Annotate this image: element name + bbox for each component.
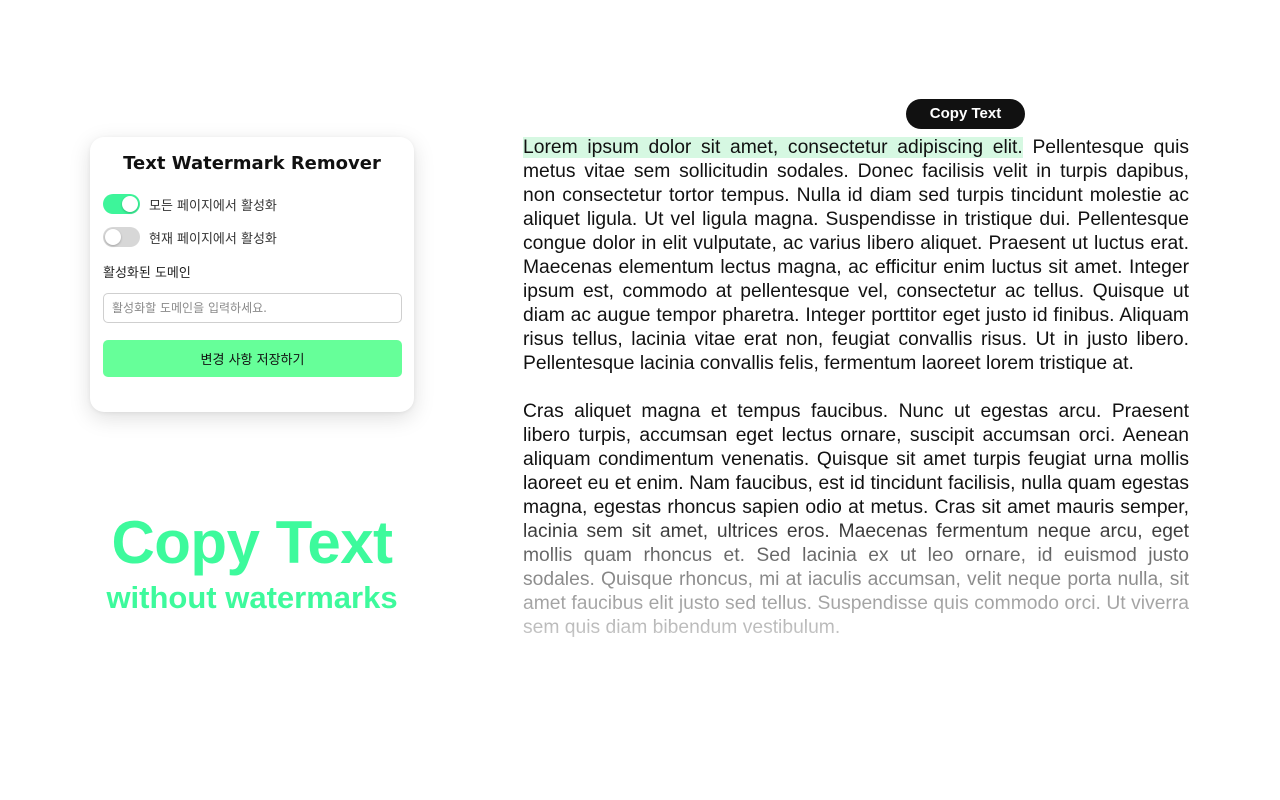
current-page-toggle[interactable] [103,227,140,247]
copy-text-button[interactable]: Copy Text [906,99,1025,129]
page: Text Watermark Remover 모든 페이지에서 활성화 현재 페… [0,0,1280,800]
hero-subtitle: without watermarks [106,580,398,615]
all-pages-toggle-label: 모든 페이지에서 활성화 [149,198,277,214]
popup-title: Text Watermark Remover [123,153,381,174]
active-domains-label: 활성화된 도메인 [103,266,191,281]
domain-input[interactable] [103,293,402,323]
article-paragraph: Lorem ipsum dolor sit amet, consectetur … [523,136,1189,376]
toggle-row-current-page: 현재 페이지에서 활성화 [103,227,277,247]
toggle-knob [122,196,138,212]
hero-title: Copy Text [111,509,393,576]
all-pages-toggle[interactable] [103,194,140,214]
selected-text-highlight[interactable]: Lorem ipsum dolor sit amet, consectetur … [523,137,1023,158]
paragraph-text: Pellentesque quis metus vitae sem sollic… [523,137,1189,374]
current-page-toggle-label: 현재 페이지에서 활성화 [149,231,277,247]
sample-article: Lorem ipsum dolor sit amet, consectetur … [523,136,1189,666]
toggle-knob [105,229,121,245]
article-paragraph: Cras aliquet magna et tempus faucibus. N… [523,401,1189,638]
extension-popup: Text Watermark Remover 모든 페이지에서 활성화 현재 페… [90,137,414,412]
toggle-row-all-pages: 모든 페이지에서 활성화 [103,194,277,214]
save-changes-button[interactable]: 변경 사항 저장하기 [103,340,402,377]
